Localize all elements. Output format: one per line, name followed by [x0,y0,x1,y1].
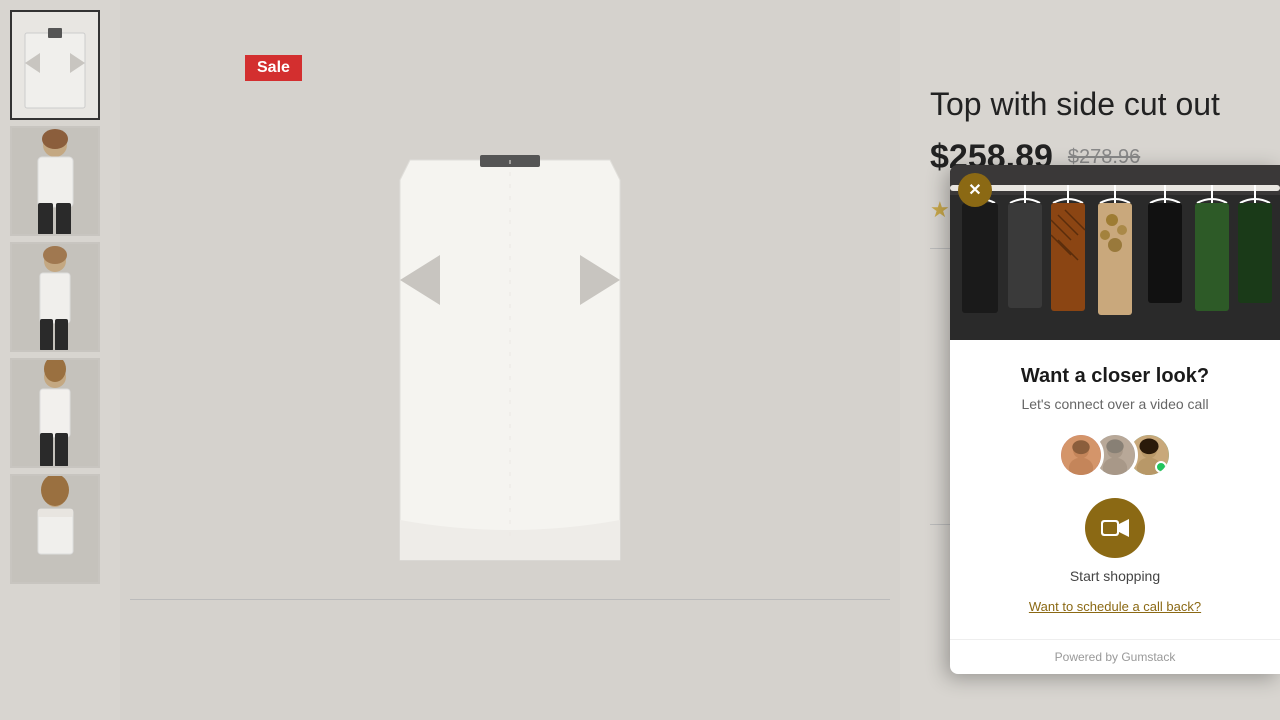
avatar-1 [1058,432,1104,478]
schedule-call-link[interactable]: Want to schedule a call back? [970,599,1260,614]
close-icon: ✕ [968,180,981,200]
video-call-button-container: Start shopping [970,498,1260,584]
popup-overlay: ✕ Want a closer look? Let's connect over… [0,0,1280,720]
online-indicator [1155,461,1167,473]
video-camera-icon [1101,517,1129,539]
video-call-popup: ✕ Want a closer look? Let's connect over… [950,165,1280,674]
popup-subtitle: Let's connect over a video call [970,396,1260,412]
avatars-row [970,432,1260,478]
clothes-rack-svg [950,165,1280,340]
powered-by-footer: Powered by Gumstack [950,639,1280,674]
popup-body: Want a closer look? Let's connect over a… [950,340,1280,639]
popup-close-button[interactable]: ✕ [958,173,992,207]
popup-title: Want a closer look? [970,365,1260,388]
start-shopping-button[interactable] [1085,498,1145,558]
popup-banner-image: ✕ [950,165,1280,340]
start-shopping-label: Start shopping [1070,568,1160,584]
